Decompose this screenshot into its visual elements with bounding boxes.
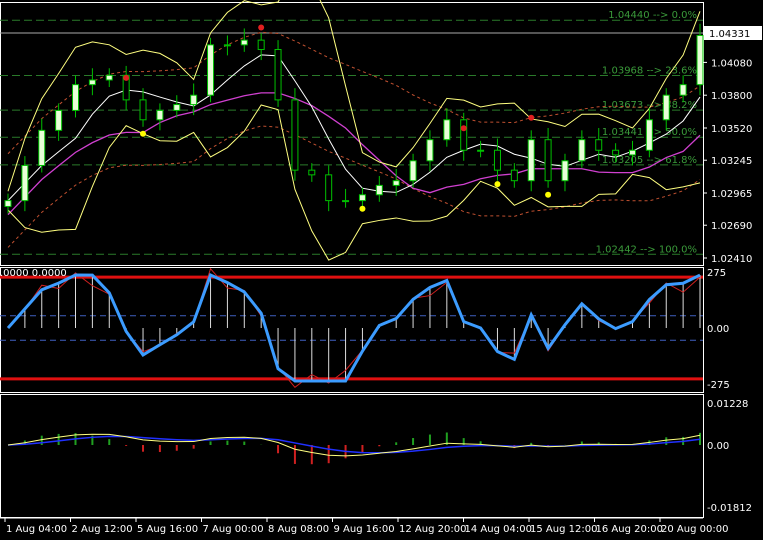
candle-body — [645, 119, 653, 151]
time-tick-label: 12 Aug 20:00 — [399, 524, 466, 535]
candle-body — [392, 180, 400, 186]
candle-body — [139, 99, 147, 121]
candle-body — [55, 109, 63, 131]
time-tick-label: 1 Aug 04:00 — [6, 524, 67, 535]
macd-tick-label: -0.01812 — [707, 503, 752, 514]
fractal-marker — [494, 181, 501, 188]
candle-body — [223, 44, 231, 47]
price-tick-label: 1.03800 — [711, 91, 752, 102]
time-tick-label: 20 Aug 00:00 — [661, 524, 728, 535]
fib-level-label: 1.03968 --> 23.6% — [602, 66, 697, 77]
candle-body — [460, 119, 468, 151]
candle-body — [240, 39, 248, 46]
candle-body — [696, 34, 704, 86]
candle-body — [358, 194, 366, 202]
candle-body — [612, 149, 620, 156]
price-tick-label: 1.02965 — [711, 189, 752, 200]
candle-body — [173, 104, 181, 111]
candle-body — [493, 149, 501, 171]
macd-tick-label: 0.01228 — [707, 399, 748, 410]
candle-body — [426, 139, 434, 162]
candle-body — [544, 139, 552, 182]
macd-tick-label: 0.00 — [707, 441, 729, 452]
fractal-marker — [528, 114, 535, 121]
fib-level-label: 1.02442 --> 100.0% — [596, 244, 697, 255]
candle-body — [527, 139, 535, 182]
chart-window[interactable]: 1.04440 --> 0.0% 1.03968 --> 23.6% 1.03673… — [0, 0, 763, 540]
time-tick-label: 9 Aug 16:00 — [334, 524, 395, 535]
fractal-marker — [545, 191, 552, 198]
candle-body — [595, 139, 603, 151]
price-tick-label: 1.02690 — [711, 221, 752, 232]
cci-tick-label: 0.00 — [707, 324, 729, 335]
current-price-label: 1.04331 — [709, 29, 750, 40]
fractal-marker — [140, 130, 147, 137]
candle-body — [325, 174, 333, 202]
candle-body — [477, 149, 485, 152]
price-chart[interactable]: 1.04440 --> 0.0%1.03968 --> 23.6%1.03673… — [0, 0, 763, 540]
pane-frame — [0, 394, 704, 518]
candle-body — [578, 139, 586, 162]
time-tick-label: 15 Aug 12:00 — [530, 524, 597, 535]
price-tick-label: 1.04080 — [711, 58, 752, 69]
fractal-marker — [258, 24, 265, 31]
candle-body — [375, 184, 383, 196]
candle-body — [628, 149, 636, 156]
candle-body — [561, 160, 569, 182]
candle-body — [342, 200, 350, 203]
candle-body — [443, 119, 451, 141]
pane-frame — [0, 267, 704, 393]
candle-body — [72, 84, 80, 111]
candle-body — [679, 84, 687, 96]
candle-body — [274, 49, 282, 101]
candle-body — [88, 79, 96, 86]
time-tick-label: 7 Aug 00:00 — [203, 524, 264, 535]
candle-body — [308, 169, 316, 176]
candle-body — [4, 200, 12, 207]
fractal-marker — [359, 205, 366, 212]
cci-pane-label: .0000 0.0000 — [0, 268, 67, 279]
cci-tick-label: 275 — [707, 268, 726, 279]
cci-line — [6, 273, 701, 383]
time-tick-label: 14 Aug 04:00 — [465, 524, 532, 535]
candle-body — [190, 94, 198, 106]
fib-level-label: 1.04440 --> 0.0% — [608, 10, 697, 21]
price-tick-label: 1.03520 — [711, 124, 752, 135]
cci-tick-label: -275 — [707, 380, 730, 391]
candle-body — [207, 44, 215, 96]
time-tick-label: 16 Aug 20:00 — [596, 524, 663, 535]
candle-body — [662, 94, 670, 121]
candle-body — [257, 39, 265, 51]
fractal-marker — [123, 74, 130, 81]
fractal-marker — [460, 125, 467, 132]
time-tick-label: 5 Aug 16:00 — [137, 524, 198, 535]
candle-body — [510, 169, 518, 182]
time-tick-label: 8 Aug 08:00 — [268, 524, 329, 535]
time-tick-label: 2 Aug 12:00 — [72, 524, 133, 535]
candle-body — [156, 109, 164, 121]
candle-body — [21, 164, 29, 202]
candle-body — [105, 74, 113, 81]
candle-body — [38, 129, 46, 166]
candle-body — [291, 99, 299, 171]
price-tick-label: 1.03245 — [711, 156, 752, 167]
cci-fast-line — [7, 267, 701, 388]
bollinger-lower — [7, 104, 701, 261]
price-tick-label: 1.02410 — [711, 254, 752, 265]
candle-body — [409, 160, 417, 182]
